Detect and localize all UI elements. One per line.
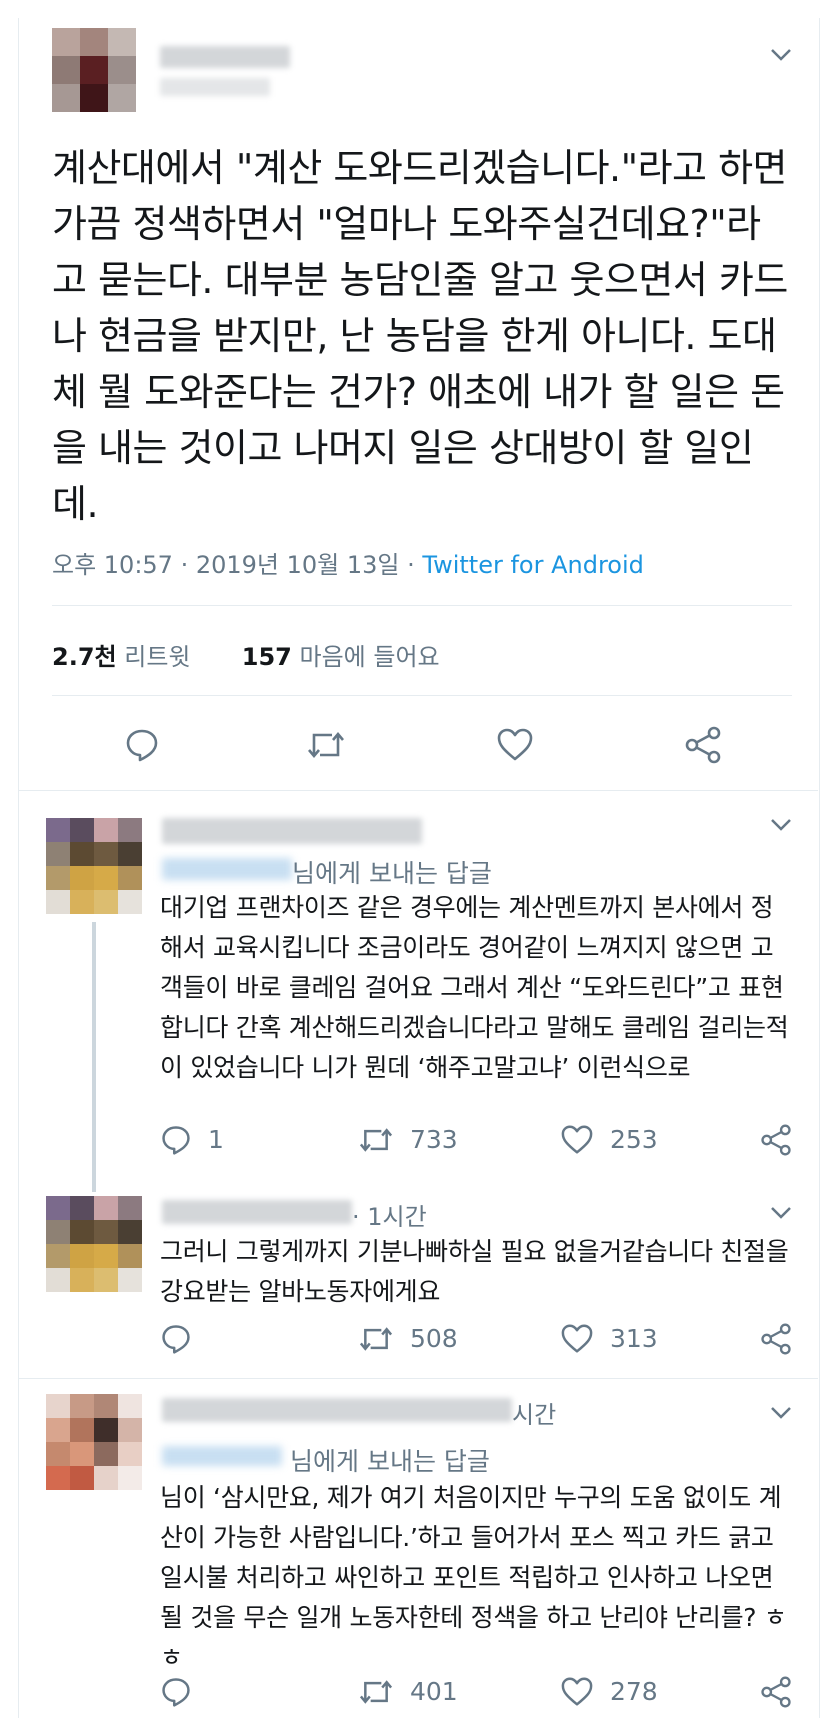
reply-1-retweet-icon[interactable] bbox=[358, 1124, 394, 1156]
reply-3-more-chevron-down-icon[interactable] bbox=[770, 1406, 792, 1420]
main-retweet-icon[interactable] bbox=[306, 727, 346, 763]
likes-count: 157 bbox=[241, 643, 292, 671]
main-tweet-text: 계산대에서 "계산 도와드리겠습니다."라고 하면 가끔 정색하면서 "얼마나 … bbox=[52, 146, 788, 526]
reply-2-retweet-icon[interactable] bbox=[358, 1323, 394, 1355]
likes-label: 마음에 들어요 bbox=[291, 643, 440, 671]
reply-1-avatar[interactable] bbox=[46, 818, 142, 914]
main-tweet-meta: 오후 10:57 · 2019년 10월 13일 · Twitter for A… bbox=[52, 545, 644, 580]
reply-3-time[interactable]: 시간 bbox=[512, 1395, 556, 1430]
reply-1-text: 대기업 프랜차이즈 같은 경우에는 계산멘트까지 본사에서 정해서 교육시킵니다… bbox=[160, 893, 789, 1082]
reply-3-replying-to-handle[interactable] bbox=[162, 1446, 282, 1466]
reply-2-like-count: 313 bbox=[610, 1324, 658, 1353]
reply-2-share-icon[interactable] bbox=[760, 1323, 792, 1355]
reply-2-avatar[interactable] bbox=[46, 1196, 142, 1292]
reply-2-more-chevron-down-icon[interactable] bbox=[770, 1206, 792, 1220]
reply-3-like-heart-icon[interactable] bbox=[560, 1677, 594, 1707]
reply-2-author-name[interactable] bbox=[162, 1200, 352, 1224]
reply-2-like-heart-icon[interactable] bbox=[560, 1324, 594, 1354]
main-tweet-bottom-divider bbox=[18, 790, 818, 791]
reply-3-reply-comment-bubble-icon[interactable] bbox=[160, 1676, 192, 1708]
main-share-icon[interactable] bbox=[684, 726, 722, 764]
reply-1-thread-line bbox=[92, 922, 96, 1192]
reply-1-reply-count: 1 bbox=[208, 1125, 224, 1154]
likes-stat[interactable]: 157 마음에 들어요 bbox=[242, 643, 440, 671]
retweets-label: 리트윗 bbox=[116, 643, 191, 671]
main-like-heart-icon[interactable] bbox=[496, 728, 534, 762]
reply-2-text: 그러니 그렇게까지 기분나빠하실 필요 없을거같습니다 친절을 강요받는 알바노… bbox=[160, 1237, 789, 1306]
reply-1-replying-to-label: 님에게 보내는 답글 bbox=[292, 859, 492, 888]
reply-3-replying-to-label: 님에게 보내는 답글 bbox=[290, 1447, 490, 1476]
reply-2-reply-comment-bubble-icon[interactable] bbox=[160, 1323, 192, 1355]
reply-3-text: 님이 ‘삼시만요, 제가 여기 처음이지만 누구의 도움 없이도 계산이 가능한… bbox=[160, 1483, 787, 1672]
reply-1-author-name[interactable] bbox=[162, 818, 422, 844]
main-tweet-source-link[interactable]: Twitter for Android bbox=[422, 551, 643, 579]
main-tweet-divider-2 bbox=[52, 695, 792, 696]
reply-3-avatar[interactable] bbox=[46, 1394, 142, 1490]
reply-3-like-count: 278 bbox=[610, 1677, 658, 1706]
reply-3-retweet-count: 401 bbox=[410, 1677, 458, 1706]
main-tweet-stats: 2.7천 리트윗 157 마음에 들어요 bbox=[52, 637, 440, 672]
main-tweet-author-handle[interactable] bbox=[160, 78, 270, 96]
reply-3-author-name[interactable] bbox=[162, 1398, 512, 1422]
retweets-count: 2.7천 bbox=[52, 643, 117, 671]
reply-1-like-heart-icon[interactable] bbox=[560, 1125, 594, 1155]
reply-1-more-chevron-down-icon[interactable] bbox=[770, 818, 792, 832]
reply-1-retweet-count: 733 bbox=[410, 1125, 458, 1154]
reply-2-retweet-count: 508 bbox=[410, 1324, 458, 1353]
main-tweet-divider-1 bbox=[52, 605, 792, 606]
reply-1-like-count: 253 bbox=[610, 1125, 658, 1154]
reply-3-share-icon[interactable] bbox=[760, 1676, 792, 1708]
reply-2-bottom-divider bbox=[18, 1378, 818, 1379]
main-tweet-avatar[interactable] bbox=[52, 28, 136, 112]
reply-1-reply-comment-bubble-icon[interactable] bbox=[160, 1124, 192, 1156]
reply-2-time[interactable]: · 1시간 bbox=[352, 1197, 427, 1232]
retweets-stat[interactable]: 2.7천 리트윗 bbox=[52, 643, 190, 671]
reply-1-replying-to-handle[interactable] bbox=[162, 858, 292, 880]
reply-3-retweet-icon[interactable] bbox=[358, 1676, 394, 1708]
main-tweet-more-chevron-down-icon[interactable] bbox=[770, 48, 792, 62]
reply-1-share-icon[interactable] bbox=[760, 1124, 792, 1156]
main-reply-comment-bubble-icon[interactable] bbox=[124, 727, 160, 763]
main-tweet-author-name[interactable] bbox=[160, 46, 290, 68]
main-tweet-timestamp[interactable]: 오후 10:57 · 2019년 10월 13일 · bbox=[52, 551, 422, 579]
